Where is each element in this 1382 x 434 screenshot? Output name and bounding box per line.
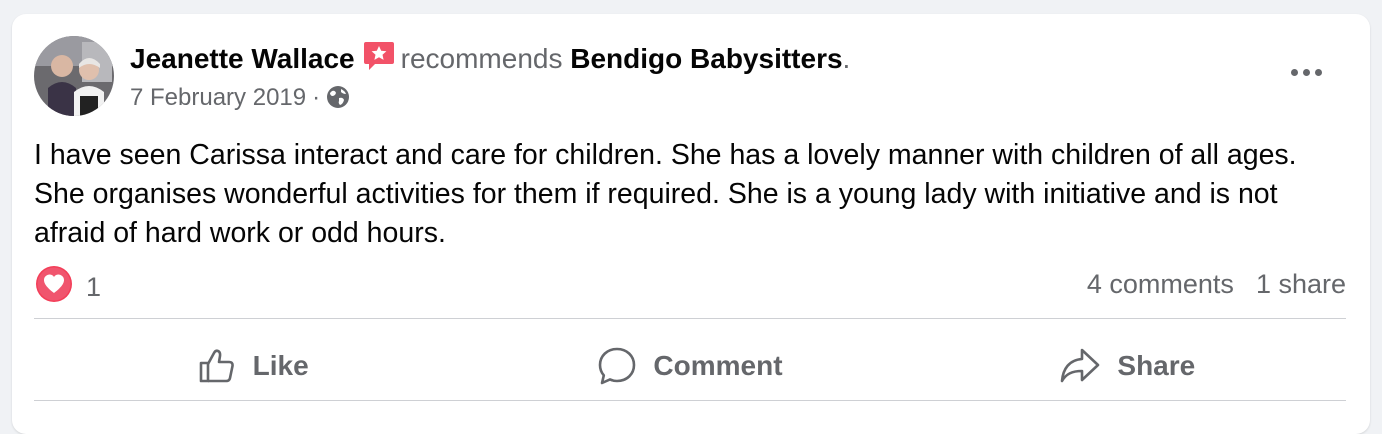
post-meta: 7 February 2019 · [130,82,350,118]
post-header: Jeanette Wallace recommends Bendigo Baby… [130,40,850,81]
reaction-summary[interactable]: 1 [36,266,101,309]
recommends-verb: recommends [400,43,563,74]
recommendation-star-icon [363,40,395,81]
thumbs-up-icon [199,349,234,383]
meta-separator: · [312,84,321,111]
like-button[interactable]: Like [34,332,471,400]
divider-top [34,318,1346,319]
comment-bubble-icon [599,347,636,385]
reaction-count: 1 [86,272,102,302]
recommended-page-name[interactable]: Bendigo Babysitters [570,43,842,74]
post-card: Jeanette Wallace recommends Bendigo Baby… [12,14,1370,434]
action-bar: Like Comment Share [34,332,1346,400]
comments-count-link[interactable]: 4 comments [1087,269,1234,299]
author-avatar[interactable] [34,36,114,116]
engagement-stats: 4 comments 1 share [1087,266,1346,302]
love-reaction-icon [36,266,72,309]
share-arrow-icon [1061,348,1100,383]
post-date[interactable]: 7 February 2019 [130,84,306,111]
trailing-period: . [842,43,851,74]
post-body-text: I have seen Carissa interact and care fo… [34,139,1297,249]
share-label: Share [1117,350,1196,381]
share-button[interactable]: Share [909,332,1346,400]
shares-count-link[interactable]: 1 share [1256,269,1346,299]
author-name[interactable]: Jeanette Wallace [130,43,355,74]
comment-label: Comment [653,350,783,381]
comment-button[interactable]: Comment [471,332,908,400]
more-options-icon[interactable] [1282,58,1330,86]
divider-bottom [34,400,1346,401]
like-label: Like [252,350,309,381]
globe-icon[interactable] [326,85,350,118]
